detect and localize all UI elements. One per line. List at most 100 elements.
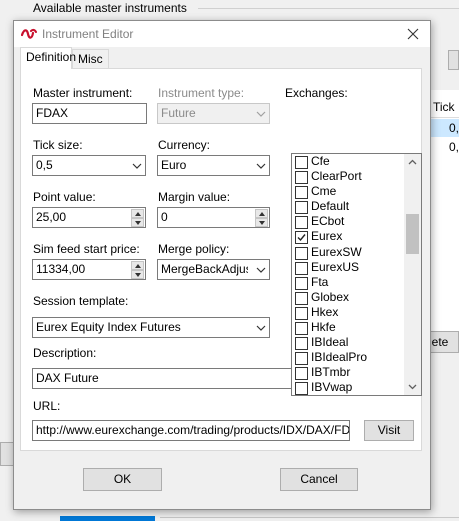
title-bar[interactable]: Instrument Editor <box>14 21 430 47</box>
chevron-down-icon <box>256 111 266 117</box>
exchange-item[interactable]: EurexSW <box>292 245 421 260</box>
exchanges-scrollbar[interactable] <box>404 154 421 395</box>
session-template-select[interactable]: Eurex Equity Index Futures <box>32 317 270 338</box>
background-button[interactable] <box>448 50 459 70</box>
exchange-item[interactable]: Hkfe <box>292 320 421 336</box>
url-input[interactable]: http://www.eurexchange.com/trading/produ… <box>32 420 350 441</box>
exchange-item[interactable]: Cfe <box>292 154 421 169</box>
exchange-label: Default <box>311 199 350 214</box>
scroll-up-icon[interactable] <box>404 154 421 171</box>
exchange-item[interactable]: Eurex <box>292 229 421 245</box>
currency-label: Currency: <box>158 138 211 152</box>
exchange-label: IBVwap <box>311 380 353 395</box>
exchange-label: IBIdealPro <box>311 350 368 365</box>
exchange-checkbox[interactable] <box>295 261 308 275</box>
checkmark-icon <box>297 234 306 242</box>
exchange-label: IBTmbr <box>311 365 351 380</box>
master-instrument-input[interactable]: FDAX <box>32 103 147 124</box>
margin-value-spinner[interactable]: 0 <box>157 207 270 228</box>
exchange-item[interactable]: IBTmbr <box>292 365 421 381</box>
exchange-label: Cfe <box>311 154 330 168</box>
margin-value-value: 0 <box>161 210 168 224</box>
exchange-label: Hkfe <box>311 320 336 335</box>
spin-down-icon[interactable] <box>255 218 268 227</box>
exchange-checkbox[interactable] <box>295 156 308 169</box>
exchange-label: Eurex <box>311 229 343 244</box>
instrument-type-select[interactable]: Future <box>157 103 270 124</box>
background-divider <box>160 517 459 518</box>
exchange-checkbox[interactable] <box>295 216 308 230</box>
spin-up-icon[interactable] <box>131 209 144 218</box>
grid-column-header-tick[interactable]: Tick <box>430 96 459 118</box>
exchange-item[interactable]: Hkex <box>292 305 421 320</box>
exchange-checkbox[interactable] <box>295 231 308 245</box>
exchange-label: EurexUS <box>311 259 360 274</box>
exchange-checkbox[interactable] <box>295 382 308 395</box>
dialog-title: Instrument Editor <box>42 27 134 41</box>
exchanges-items: Cfe ClearPort Cme Default ECbot Eurex EurexSW E… <box>292 154 421 395</box>
cancel-button[interactable]: Cancel <box>280 468 358 491</box>
exchange-item[interactable]: IBIdeal <box>292 335 421 351</box>
instrument-type-label: Instrument type: <box>158 86 245 100</box>
point-value-spinner[interactable]: 25,00 <box>32 207 146 228</box>
exchange-checkbox[interactable] <box>295 306 308 320</box>
exchange-label: Hkex <box>311 304 339 319</box>
merge-policy-value: MergeBackAdjusted <box>161 262 248 276</box>
chevron-down-icon <box>256 267 266 273</box>
spin-up-icon[interactable] <box>255 209 268 218</box>
exchange-checkbox[interactable] <box>295 201 308 215</box>
exchange-checkbox[interactable] <box>295 276 308 290</box>
sim-feed-start-price-value: 11334,00 <box>36 262 86 276</box>
session-template-value: Eurex Equity Index Futures <box>36 320 181 334</box>
exchange-item[interactable]: ECbot <box>292 214 421 230</box>
app-logo-icon <box>20 26 37 42</box>
exchange-item[interactable]: EurexUS <box>292 260 421 275</box>
exchange-item[interactable]: Cme <box>292 184 421 200</box>
exchange-item[interactable]: Default <box>292 199 421 215</box>
currency-value: Euro <box>161 158 187 172</box>
exchange-item[interactable]: ClearPort <box>292 169 421 185</box>
available-master-instruments-title: Available master instruments <box>33 1 187 15</box>
exchanges-list[interactable]: Cfe ClearPort Cme Default ECbot Eurex EurexSW E… <box>291 153 422 396</box>
visit-button[interactable]: Visit <box>364 420 414 441</box>
spin-down-icon[interactable] <box>131 270 144 279</box>
exchange-label: Cme <box>311 184 337 199</box>
sim-feed-start-price-spinner[interactable]: 11334,00 <box>32 259 146 280</box>
instrument-editor-dialog: Instrument Editor Definition Misc Master… <box>13 20 431 510</box>
exchange-label: Globex <box>311 289 350 304</box>
exchange-checkbox[interactable] <box>295 186 308 200</box>
exchange-checkbox[interactable] <box>295 246 308 260</box>
master-instrument-label: Master instrument: <box>33 86 133 100</box>
tick-size-label: Tick size: <box>33 138 83 152</box>
tab-definition[interactable]: Definition <box>20 47 76 69</box>
chevron-down-icon <box>256 163 266 169</box>
exchanges-label: Exchanges: <box>285 86 348 100</box>
spin-up-icon[interactable] <box>131 261 144 270</box>
exchange-checkbox[interactable] <box>295 367 308 381</box>
exchange-checkbox[interactable] <box>295 291 308 305</box>
definition-panel: Master instrument: FDAX Instrument type:… <box>20 68 422 451</box>
exchange-checkbox[interactable] <box>295 352 308 366</box>
exchange-checkbox[interactable] <box>295 337 308 351</box>
currency-select[interactable]: Euro <box>157 155 270 176</box>
sim-feed-start-price-label: Sim feed start price: <box>33 242 140 256</box>
exchange-item[interactable]: Globex <box>292 290 421 305</box>
exchange-item[interactable]: Fta <box>292 275 421 290</box>
scroll-down-icon[interactable] <box>404 378 421 395</box>
chevron-down-icon <box>256 325 266 331</box>
merge-policy-select[interactable]: MergeBackAdjusted <box>157 259 270 280</box>
exchange-label: ClearPort <box>311 169 362 184</box>
exchange-label: EurexSW <box>311 244 362 259</box>
tick-size-select[interactable]: 0,5 <box>32 155 146 176</box>
scroll-thumb[interactable] <box>406 214 419 254</box>
exchange-checkbox[interactable] <box>295 322 308 336</box>
spin-down-icon[interactable] <box>131 218 144 227</box>
instrument-type-value: Future <box>161 106 196 120</box>
exchange-item[interactable]: IBVwap <box>292 380 421 395</box>
exchange-item[interactable]: IBIdealPro <box>292 350 421 366</box>
description-label: Description: <box>33 346 97 360</box>
ok-button[interactable]: OK <box>83 468 162 491</box>
close-icon[interactable] <box>398 23 428 45</box>
tab-misc[interactable]: Misc <box>72 49 109 69</box>
exchange-checkbox[interactable] <box>295 171 308 185</box>
